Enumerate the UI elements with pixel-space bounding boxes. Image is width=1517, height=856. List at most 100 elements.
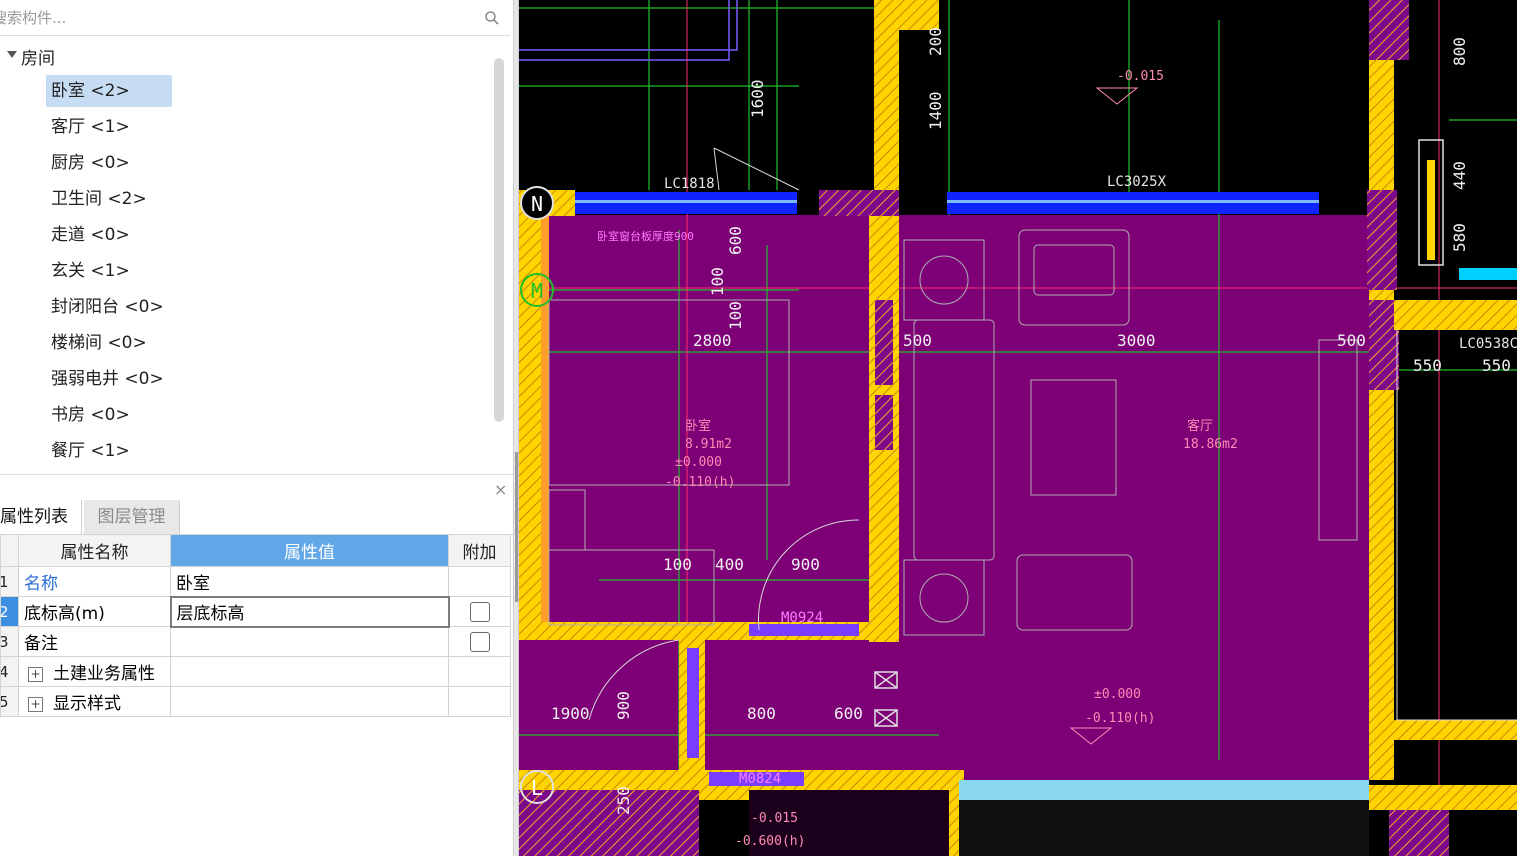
tree-group-label: 房间 <box>21 49 55 69</box>
tree-item-bedroom[interactable]: 卧室 <2> <box>46 75 172 107</box>
extra-cell <box>448 596 511 627</box>
table-header-row: 属性名称 属性值 附加 <box>0 534 511 567</box>
splitter-grip[interactable] <box>515 452 518 602</box>
dim-580-vert: 580 <box>1450 223 1469 252</box>
property-name: 名称 <box>18 566 171 597</box>
dim-600: 600 <box>834 704 863 723</box>
dim-1600: 1600 <box>748 79 767 118</box>
room-name-bedroom: 卧室 <box>685 418 711 434</box>
tree-item-kitchen[interactable]: 厨房 <0> <box>46 147 172 179</box>
pane-divider[interactable] <box>0 474 513 475</box>
elev-living: ±0.000 <box>1094 687 1141 702</box>
close-panel-icon[interactable]: × <box>494 480 507 500</box>
col-header-value[interactable]: 属性值 <box>170 534 449 567</box>
axis-label-m: M <box>531 279 543 303</box>
property-group-label: 土建业务属性 <box>53 664 155 684</box>
property-value <box>170 686 449 717</box>
elev-living2: -0.110(h) <box>1085 711 1155 726</box>
tree-item-entrance[interactable]: 玄关 <1> <box>46 255 172 287</box>
search-icon[interactable] <box>484 10 500 26</box>
extra-cell <box>448 626 511 657</box>
table-row[interactable]: 2 底标高(m) 层底标高 <box>0 595 511 628</box>
window-tag-lc1818: LC1818 <box>664 176 715 192</box>
table-row[interactable]: 3 备注 <box>0 626 511 657</box>
dim-1400: 1400 <box>926 91 945 130</box>
tree-group-rooms[interactable]: 房间 <box>0 40 490 70</box>
dim-1900: 1900 <box>551 704 590 723</box>
room-fill-lower <box>519 640 699 770</box>
property-value <box>170 656 449 687</box>
room-area-bedroom: 8.91m2 <box>685 437 732 452</box>
room-area-living: 18.86m2 <box>1183 437 1238 452</box>
col-header-num <box>0 534 19 567</box>
dim-550-left: 550 <box>1413 356 1442 375</box>
table-row[interactable]: 1 名称 卧室 <box>0 566 511 597</box>
dim-440-vert: 440 <box>1450 161 1469 190</box>
room-elev2-bedroom: -0.110(h) <box>665 475 735 490</box>
tree-item-bathroom[interactable]: 卫生间 <2> <box>46 183 172 215</box>
dim-800-vert: 800 <box>1450 37 1469 66</box>
property-value[interactable]: 卧室 <box>170 566 449 597</box>
search-input[interactable] <box>0 0 470 35</box>
extra-checkbox[interactable] <box>469 631 490 652</box>
tree-item-study[interactable]: 书房 <0> <box>46 399 172 431</box>
row-number: 2 <box>0 596 19 627</box>
col-header-name[interactable]: 属性名称 <box>18 534 171 567</box>
dim-100-vert-a: 100 <box>708 267 727 296</box>
floor-plan-drawing[interactable]: N M L LC1818 LC3025X LC0538C M0924 M0824… <box>519 0 1517 856</box>
room-name-living: 客厅 <box>1187 418 1213 434</box>
table-row[interactable]: 4 + 土建业务属性 <box>0 656 511 687</box>
tree-item-electrical-shaft[interactable]: 强弱电井 <0> <box>46 363 172 395</box>
search-bar <box>0 0 510 36</box>
caret-down-icon[interactable] <box>7 51 17 58</box>
tree-scrollbar[interactable] <box>494 58 504 422</box>
axis-label-n: N <box>531 192 543 216</box>
row-number: 4 <box>0 656 19 687</box>
tree-item-living-room[interactable]: 客厅 <1> <box>46 111 172 143</box>
elev-top: -0.015 <box>1117 69 1164 84</box>
window-tag-lc0538c: LC0538C <box>1459 336 1517 352</box>
tree-item-dining-room[interactable]: 餐厅 <1> <box>46 435 172 467</box>
door-tag-m0924: M0924 <box>781 610 823 626</box>
tree-item-enclosed-balcony[interactable]: 封闭阳台 <0> <box>46 291 172 323</box>
dim-100-vert-b: 100 <box>726 301 745 330</box>
property-group: + 显示样式 <box>18 686 171 717</box>
tab-property-list[interactable]: 属性列表 <box>0 500 82 534</box>
cad-viewport[interactable]: N M L LC1818 LC3025X LC0538C M0924 M0824… <box>519 0 1517 856</box>
left-panel: 房间 卧室 <2> 客厅 <1> 厨房 <0> 卫生间 <2> 走道 <0> 玄… <box>0 0 513 856</box>
property-tabs: 属性列表 图层管理 <box>0 500 513 535</box>
extra-cell <box>448 566 511 597</box>
tree-item-corridor[interactable]: 走道 <0> <box>46 219 172 251</box>
purple-lines <box>519 0 738 61</box>
property-group-label: 显示样式 <box>53 694 121 714</box>
col-header-extra[interactable]: 附加 <box>448 534 511 567</box>
property-name: 底标高(m) <box>18 596 171 627</box>
property-value-input[interactable]: 层底标高 <box>169 595 450 628</box>
dim-3000: 3000 <box>1117 331 1156 350</box>
tree-item-stairwell[interactable]: 楼梯间 <0> <box>46 327 172 359</box>
property-table: 属性名称 属性值 附加 1 名称 卧室 2 底标高(m) 层底标高 3 备注 4… <box>0 534 511 717</box>
dim-500-right: 500 <box>1337 331 1366 350</box>
dim-200: 200 <box>926 27 945 56</box>
expand-icon[interactable]: + <box>28 666 43 682</box>
tab-layer-management[interactable]: 图层管理 <box>84 500 180 534</box>
elev-bottom2: -0.600(h) <box>735 834 805 849</box>
dim-100: 100 <box>663 555 692 574</box>
extra-cell <box>448 656 511 687</box>
dim-600-vert: 600 <box>726 226 745 255</box>
wall-note: 卧室窗台板厚度900 <box>597 229 694 243</box>
property-group: + 土建业务属性 <box>18 656 171 687</box>
axis-label-l: L <box>531 776 543 800</box>
door-tag-m0824: M0824 <box>739 771 781 787</box>
property-value[interactable] <box>170 626 449 657</box>
extra-checkbox[interactable] <box>469 601 490 622</box>
dim-800: 800 <box>747 704 776 723</box>
table-row[interactable]: 5 + 显示样式 <box>0 686 511 717</box>
dim-550-right: 550 <box>1482 356 1511 375</box>
dim-250-vert: 250 <box>614 786 633 815</box>
extra-cell <box>448 686 511 717</box>
window-tag-lc3025x: LC3025X <box>1107 174 1167 190</box>
row-number: 1 <box>0 566 19 597</box>
expand-icon[interactable]: + <box>28 696 43 712</box>
dim-2800: 2800 <box>693 331 732 350</box>
